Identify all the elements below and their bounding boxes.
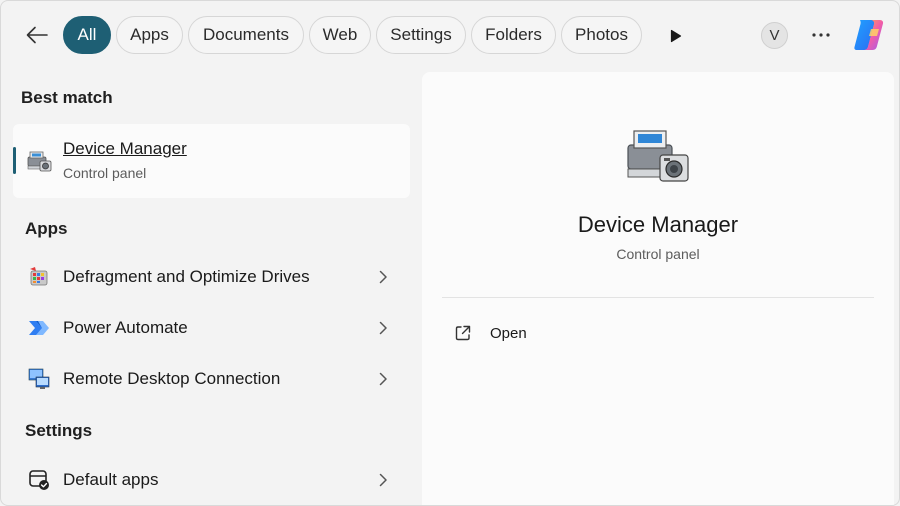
settings-item-label: Default apps (63, 470, 159, 489)
search-filter-bar: All Apps Documents Web Settings Folders … (1, 1, 899, 69)
chevron-right-icon (379, 473, 387, 487)
detail-panel: Device Manager Control panel Open (422, 72, 894, 505)
tab-all[interactable]: All (63, 16, 111, 54)
more-options-button[interactable] (807, 23, 835, 47)
chevron-right-icon (379, 372, 387, 386)
copilot-icon (854, 20, 884, 50)
app-item-label: Power Automate (63, 318, 188, 337)
remote-desktop-icon (28, 368, 50, 389)
device-manager-icon (627, 130, 689, 182)
chevron-right-icon (379, 321, 387, 335)
app-item-label: Defragment and Optimize Drives (63, 267, 310, 286)
arrow-left-icon (26, 26, 48, 44)
play-icon (670, 29, 682, 43)
app-item-defragment[interactable]: Defragment and Optimize Drives (13, 255, 410, 299)
back-button[interactable] (21, 21, 53, 49)
selection-indicator (13, 147, 16, 174)
best-match-name: Device Manager (63, 139, 187, 158)
defragment-icon (30, 267, 48, 286)
copilot-button[interactable] (850, 16, 888, 54)
tab-settings[interactable]: Settings (376, 16, 466, 54)
detail-subtitle: Control panel (616, 246, 700, 262)
device-manager-icon (27, 151, 52, 172)
best-match-item[interactable]: Device Manager Control panel (13, 124, 410, 198)
avatar[interactable]: V (761, 22, 788, 49)
open-label: Open (490, 325, 527, 342)
settings-heading: Settings (25, 421, 93, 440)
best-match-heading: Best match (21, 88, 113, 107)
settings-item-default-apps[interactable]: Default apps (13, 458, 410, 502)
divider (442, 297, 874, 298)
app-item-power-automate[interactable]: Power Automate (13, 306, 410, 350)
tab-web[interactable]: Web (309, 16, 371, 54)
apps-heading: Apps (25, 219, 68, 238)
tab-photos[interactable]: Photos (561, 16, 642, 54)
detail-title: Device Manager (577, 212, 739, 237)
default-apps-icon (29, 470, 49, 490)
chevron-right-icon (379, 270, 387, 284)
tab-apps[interactable]: Apps (116, 16, 183, 54)
best-match-type: Control panel (63, 165, 147, 181)
open-button[interactable]: Open (446, 320, 566, 346)
search-window: All Apps Documents Web Settings Folders … (0, 0, 900, 506)
open-external-icon (455, 325, 471, 341)
tab-documents[interactable]: Documents (188, 16, 304, 54)
power-automate-icon (29, 321, 49, 335)
more-filters-button[interactable] (665, 25, 687, 47)
app-item-label: Remote Desktop Connection (63, 369, 281, 388)
app-item-remote-desktop[interactable]: Remote Desktop Connection (13, 357, 410, 401)
ellipsis-icon (812, 33, 830, 37)
tab-folders[interactable]: Folders (471, 16, 556, 54)
